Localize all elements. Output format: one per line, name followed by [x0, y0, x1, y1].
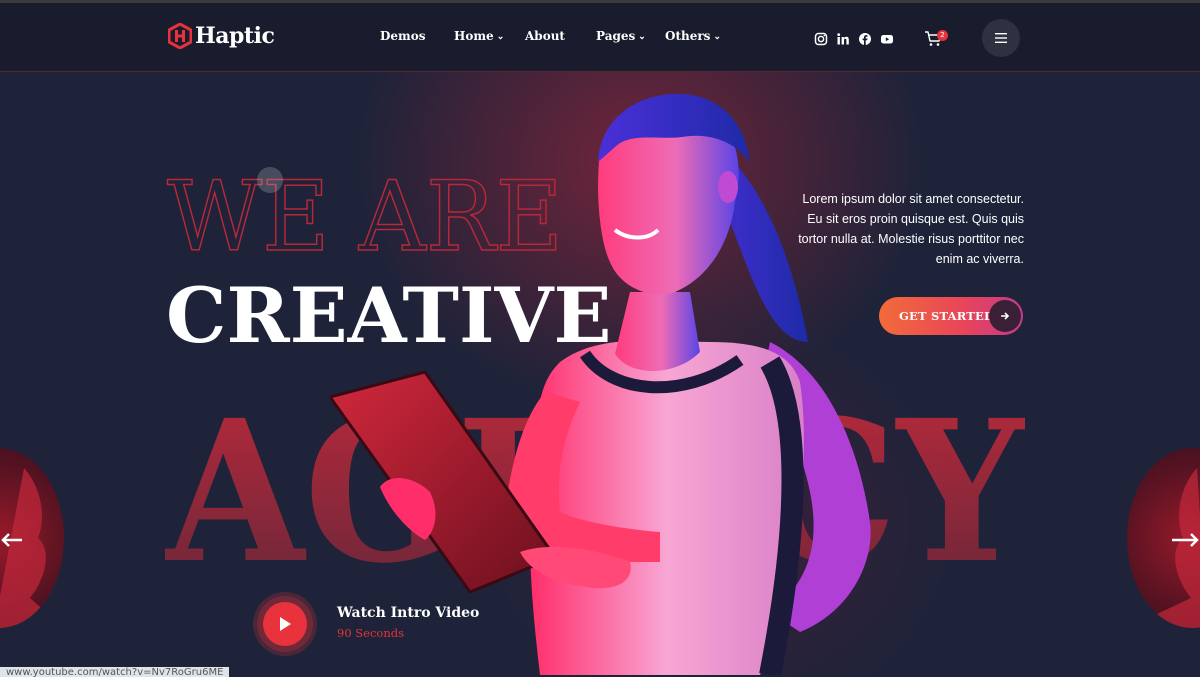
svg-text:WE ARE: WE ARE	[167, 162, 563, 262]
hero-section: AGENCY	[0, 72, 1200, 675]
video-title[interactable]: Watch Intro Video	[337, 605, 479, 621]
menu-button[interactable]	[982, 19, 1020, 57]
hero-heading-line2: CREATIVE	[166, 271, 612, 360]
nav-item-about[interactable]: About	[525, 29, 565, 43]
get-started-label: GET STARTED	[899, 309, 995, 323]
get-started-button[interactable]: GET STARTED	[879, 297, 1023, 335]
nav-item-demos[interactable]: Demos	[380, 29, 426, 43]
arrow-right-icon	[989, 300, 1021, 332]
next-arrow-icon[interactable]	[1170, 532, 1200, 548]
play-icon-wrapper	[263, 602, 307, 646]
chevron-down-icon: ⌄	[496, 32, 505, 42]
mouse-cursor-dot	[257, 167, 283, 193]
hero-heading-line1: WE ARE	[166, 162, 564, 262]
browser-status-url: www.youtube.com/watch?v=Nv7RoGru6ME	[0, 667, 230, 677]
video-duration: 90 Seconds	[337, 626, 405, 640]
logo-mark-icon	[168, 23, 192, 49]
logo[interactable]: Haptic	[168, 23, 275, 49]
facebook-icon[interactable]	[858, 32, 872, 46]
chevron-down-icon: ⌄	[713, 32, 721, 42]
site-header: Haptic Demos Home ⌄ About Pages ⌄ Others ⌄ …	[0, 3, 1200, 72]
logo-text: Haptic	[195, 23, 275, 49]
nav-item-pages[interactable]: Pages ⌄	[596, 29, 646, 43]
linkedin-icon[interactable]	[836, 32, 850, 46]
chevron-down-icon: ⌄	[638, 32, 646, 42]
prev-arrow-icon[interactable]	[0, 532, 24, 548]
play-icon	[280, 617, 291, 631]
cart-count-badge: 2	[937, 30, 948, 41]
hero-description: Lorem ipsum dolor sit amet consectetur. …	[798, 192, 1024, 266]
nav-item-others[interactable]: Others ⌄	[665, 29, 721, 43]
instagram-icon[interactable]	[814, 32, 828, 46]
hamburger-icon	[995, 33, 1007, 43]
play-video-button[interactable]	[253, 592, 317, 656]
nav-item-home[interactable]: Home ⌄	[454, 29, 504, 43]
youtube-icon[interactable]	[880, 32, 894, 46]
